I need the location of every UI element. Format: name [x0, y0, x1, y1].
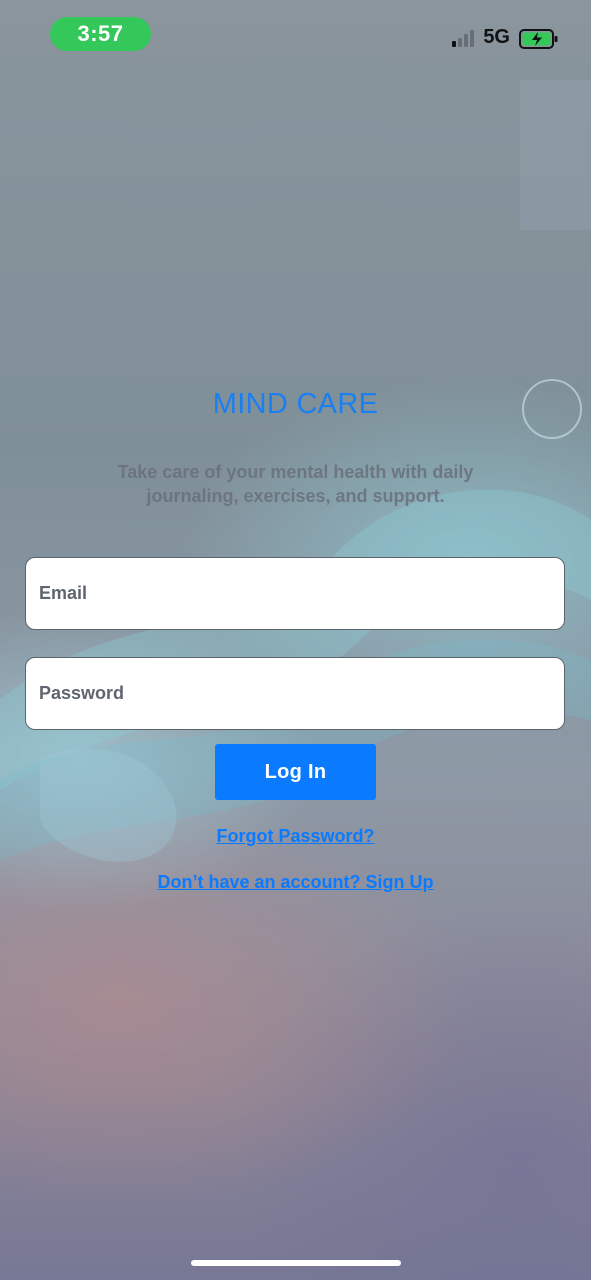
app-title: MIND CARE — [212, 388, 379, 420]
app-tagline: Take care of your mental health with dai… — [117, 462, 474, 506]
status-time: 3:57 — [50, 17, 151, 51]
battery-charging-icon — [519, 28, 558, 49]
login-button[interactable]: Log In — [215, 744, 376, 800]
status-icons: 5G — [452, 26, 558, 49]
password-field[interactable] — [25, 657, 565, 730]
home-indicator[interactable] — [191, 1260, 401, 1266]
network-type: 5G — [483, 26, 510, 48]
background-waves — [0, 80, 591, 862]
cellular-signal-icon — [452, 29, 475, 47]
sign-up-link[interactable]: Don’t have an account? Sign Up — [0, 872, 591, 893]
email-field[interactable] — [25, 557, 565, 630]
forgot-password-link[interactable]: Forgot Password? — [0, 826, 591, 847]
